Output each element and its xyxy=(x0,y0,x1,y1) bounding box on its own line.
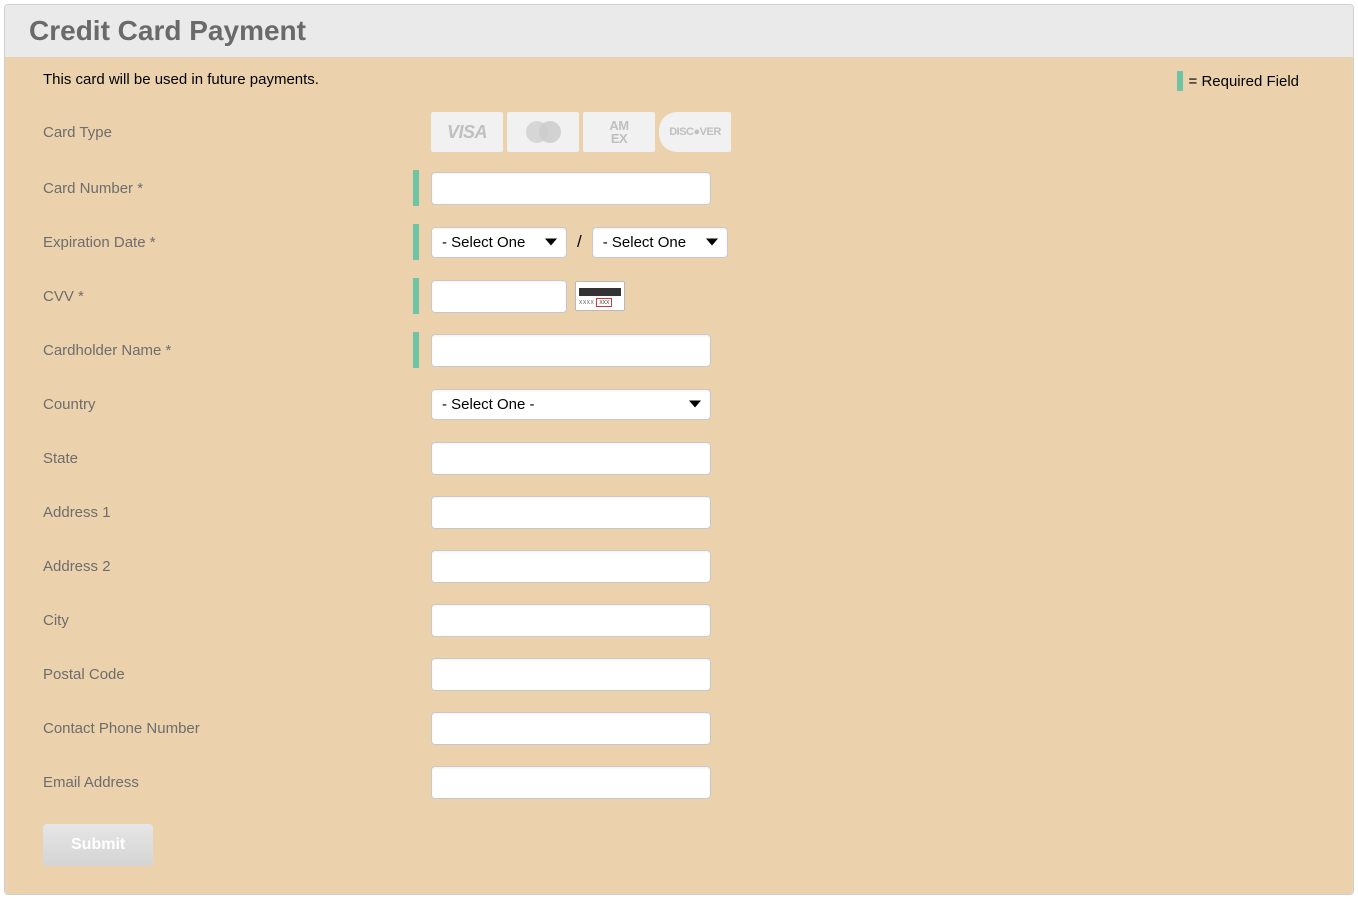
label-country: Country xyxy=(43,396,413,413)
label-cvv: CVV * xyxy=(43,288,413,305)
intro-text: This card will be used in future payment… xyxy=(43,71,319,88)
label-address1: Address 1 xyxy=(43,504,413,521)
row-country: Country - Select One - xyxy=(43,386,1329,422)
required-legend: = Required Field xyxy=(1177,71,1299,91)
label-expiration-date: Expiration Date * xyxy=(43,234,413,251)
required-indicator-icon xyxy=(413,224,419,260)
country-select[interactable]: - Select One - xyxy=(431,389,711,420)
card-logos-group: VISA AMEX DISC●VER xyxy=(431,112,731,152)
label-contact-phone: Contact Phone Number xyxy=(43,720,413,737)
row-cardholder-name: Cardholder Name * xyxy=(43,332,1329,368)
required-indicator-icon xyxy=(413,332,419,368)
cardholder-name-input[interactable] xyxy=(431,334,711,367)
row-expiration-date: Expiration Date * - Select One / - Selec… xyxy=(43,224,1329,260)
label-state: State xyxy=(43,450,413,467)
row-contact-phone: Contact Phone Number xyxy=(43,710,1329,746)
country-wrap: - Select One - xyxy=(431,389,711,420)
exp-month-wrap: - Select One xyxy=(431,227,567,258)
cvv-input[interactable] xyxy=(431,280,567,313)
exp-month-select[interactable]: - Select One xyxy=(431,227,567,258)
exp-year-select[interactable]: - Select One xyxy=(592,227,728,258)
address1-input[interactable] xyxy=(431,496,711,529)
mastercard-icon xyxy=(507,112,579,152)
amex-icon: AMEX xyxy=(583,112,655,152)
label-cardholder-name: Cardholder Name * xyxy=(43,342,413,359)
row-cvv: CVV * XXXX XXX xyxy=(43,278,1329,314)
state-input[interactable] xyxy=(431,442,711,475)
panel-header: Credit Card Payment xyxy=(5,5,1353,57)
contact-phone-input[interactable] xyxy=(431,712,711,745)
panel-body: This card will be used in future payment… xyxy=(5,57,1353,894)
label-email: Email Address xyxy=(43,774,413,791)
row-state: State xyxy=(43,440,1329,476)
exp-year-wrap: - Select One xyxy=(592,227,728,258)
exp-separator: / xyxy=(577,232,582,252)
cvv-hint-icon: XXXX XXX xyxy=(575,281,625,311)
discover-icon: DISC●VER xyxy=(659,112,731,152)
card-number-input[interactable] xyxy=(431,172,711,205)
top-row: This card will be used in future payment… xyxy=(29,71,1329,106)
required-legend-text: = Required Field xyxy=(1189,73,1299,90)
required-indicator-icon xyxy=(413,278,419,314)
row-address2: Address 2 xyxy=(43,548,1329,584)
row-address1: Address 1 xyxy=(43,494,1329,530)
label-city: City xyxy=(43,612,413,629)
email-input[interactable] xyxy=(431,766,711,799)
label-card-number: Card Number * xyxy=(43,180,413,197)
form: Card Type VISA AMEX DISC●VER xyxy=(29,112,1329,800)
label-address2: Address 2 xyxy=(43,558,413,575)
visa-icon: VISA xyxy=(431,112,503,152)
required-indicator-icon xyxy=(413,170,419,206)
postal-code-input[interactable] xyxy=(431,658,711,691)
row-postal-code: Postal Code xyxy=(43,656,1329,692)
submit-button[interactable]: Submit xyxy=(43,824,153,866)
label-card-type: Card Type xyxy=(43,124,413,141)
row-card-number: Card Number * xyxy=(43,170,1329,206)
required-bar-icon xyxy=(1177,71,1183,91)
city-input[interactable] xyxy=(431,604,711,637)
row-city: City xyxy=(43,602,1329,638)
address2-input[interactable] xyxy=(431,550,711,583)
page-title: Credit Card Payment xyxy=(29,15,1329,47)
payment-panel: Credit Card Payment This card will be us… xyxy=(4,4,1354,895)
row-email: Email Address xyxy=(43,764,1329,800)
card-type-logos: VISA AMEX DISC●VER xyxy=(413,112,731,152)
label-postal-code: Postal Code xyxy=(43,666,413,683)
row-card-type: Card Type VISA AMEX DISC●VER xyxy=(43,112,1329,152)
